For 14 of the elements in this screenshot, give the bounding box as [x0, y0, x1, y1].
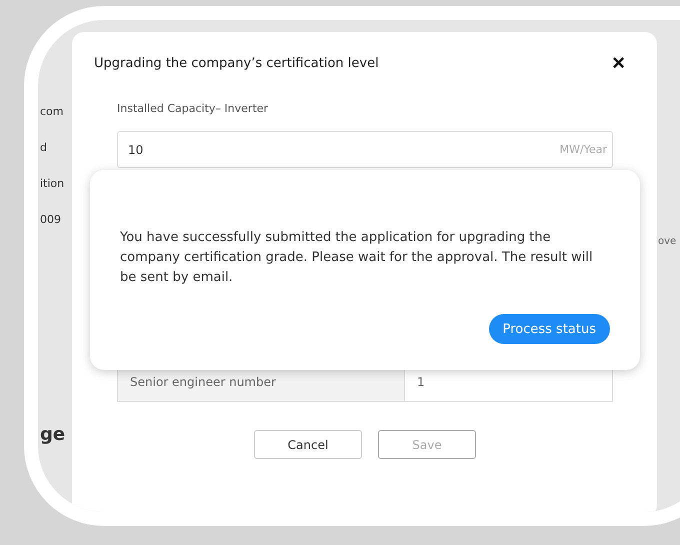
- dialog-title: Upgrading the company’s certification level: [94, 56, 379, 70]
- background-text: d: [40, 140, 47, 155]
- table-cell: Senior engineer number: [118, 367, 405, 401]
- background-text: ove: [658, 236, 676, 247]
- background-text: com: [40, 104, 64, 119]
- field-label: Installed Capacity– Inverter: [117, 102, 270, 115]
- close-button[interactable]: ×: [612, 50, 625, 76]
- table-cell-text: 1: [416, 374, 426, 391]
- background-text: ition: [40, 176, 64, 191]
- input-field[interactable]: 10 MW/Year: [117, 131, 613, 168]
- background-heading: ge: [40, 424, 66, 445]
- dialog-button[interactable]: Cancel: [254, 430, 362, 459]
- background-text: 009: [40, 212, 61, 227]
- success-message: You have successfully submitted the application for upgrading the company certification grade. Please wait for the approval. The result will be sent by email.: [120, 229, 594, 287]
